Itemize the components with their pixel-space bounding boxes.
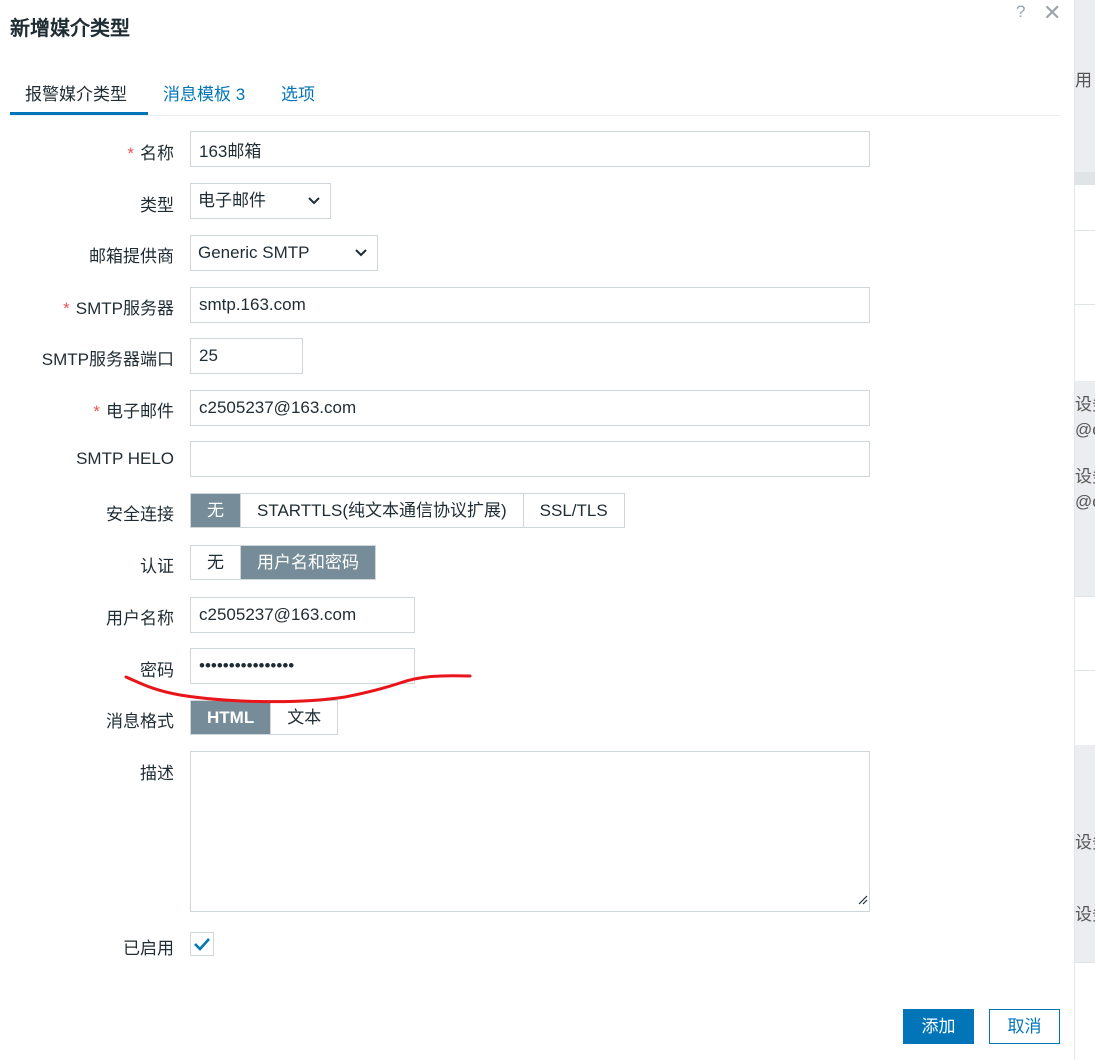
- background-text: 用: [1075, 71, 1092, 90]
- password-input[interactable]: [190, 648, 415, 684]
- type-select[interactable]: 电子邮件: [190, 183, 331, 219]
- background-row: [1075, 596, 1095, 671]
- format-option-html[interactable]: HTML: [191, 701, 272, 734]
- chevron-down-icon: [354, 236, 368, 282]
- security-option-ssl-tls[interactable]: SSL/TLS: [523, 494, 624, 527]
- provider-label: 邮箱提供商: [89, 247, 174, 266]
- auth-label: 认证: [140, 557, 174, 576]
- background-text: 设务: [1075, 833, 1095, 852]
- username-label: 用户名称: [106, 609, 174, 628]
- smtp-port-input[interactable]: [190, 338, 303, 374]
- email-label: * 电子邮件: [93, 402, 174, 421]
- background-row: [1075, 670, 1095, 745]
- background-text: 设务: [1075, 905, 1095, 924]
- background-text: @c: [1075, 492, 1095, 511]
- tab-label: 消息模板: [163, 85, 231, 104]
- security-label: 安全连接: [106, 505, 174, 524]
- enabled-checkbox[interactable]: [190, 932, 214, 956]
- background-row: [1075, 962, 1095, 1060]
- description-textarea[interactable]: [190, 751, 870, 912]
- provider-select[interactable]: Generic SMTP: [190, 235, 378, 271]
- description-label: 描述: [140, 764, 174, 783]
- username-input[interactable]: [190, 597, 415, 633]
- checkmark-icon: [194, 938, 210, 951]
- format-option-text[interactable]: 文本: [271, 701, 338, 734]
- helo-label: SMTP HELO: [76, 449, 174, 468]
- close-icon[interactable]: ✕: [1043, 0, 1061, 26]
- tab-bar: 报警媒介类型 消息模板 3 选项: [10, 70, 1060, 116]
- security-option-starttls[interactable]: STARTTLS(纯文本通信协议扩展): [241, 494, 524, 527]
- security-option-none[interactable]: 无: [191, 494, 241, 527]
- provider-select-value: Generic SMTP: [198, 243, 310, 262]
- background-text: @c: [1075, 420, 1095, 439]
- tab-options[interactable]: 选项: [281, 80, 315, 105]
- background-text: 设务: [1075, 467, 1095, 486]
- required-mark: *: [63, 299, 70, 318]
- resize-handle-icon[interactable]: [856, 890, 868, 910]
- media-type-dialog: 新增媒介类型 ? ✕ 报警媒介类型 消息模板 3 选项 *名称 类型 电子邮件 …: [0, 0, 1075, 1060]
- chevron-down-icon: [307, 184, 321, 230]
- format-toggle: HTML 文本: [190, 700, 339, 735]
- background-divider: [1075, 172, 1095, 184]
- helo-input[interactable]: [190, 441, 870, 477]
- tab-media-type[interactable]: 报警媒介类型: [25, 80, 127, 105]
- auth-option-none[interactable]: 无: [191, 546, 241, 579]
- help-icon[interactable]: ?: [1016, 2, 1025, 22]
- background-row: [1075, 304, 1095, 381]
- background-row: [1075, 230, 1095, 305]
- smtp-port-label: SMTP服务器端口: [41, 350, 174, 369]
- security-toggle: 无 STARTTLS(纯文本通信协议扩展) SSL/TLS: [190, 493, 625, 528]
- background-page: 用 设务 @c 设务 @c 设务 设务: [1075, 0, 1095, 1060]
- active-tab-indicator: [10, 112, 148, 115]
- background-row: [1075, 184, 1095, 231]
- tab-message-templates[interactable]: 消息模板 3: [163, 80, 245, 105]
- format-label: 消息格式: [106, 712, 174, 731]
- dialog-title: 新增媒介类型: [10, 18, 130, 40]
- name-label: * 名称: [127, 144, 174, 163]
- tab-count-badge: 3: [235, 85, 246, 104]
- required-mark: *: [93, 402, 100, 421]
- cancel-button[interactable]: 取消: [989, 1009, 1060, 1044]
- name-input[interactable]: [190, 131, 870, 167]
- password-label: 密码: [140, 661, 174, 680]
- required-mark: *: [127, 144, 134, 163]
- tab-label: 选项: [281, 85, 315, 104]
- smtp-server-input[interactable]: [190, 287, 870, 323]
- email-input[interactable]: [190, 390, 870, 426]
- type-select-value: 电子邮件: [198, 191, 266, 210]
- type-label: 类型: [140, 196, 174, 215]
- add-button[interactable]: 添加: [903, 1009, 974, 1044]
- enabled-label: 已启用: [123, 939, 174, 958]
- auth-option-username-password[interactable]: 用户名和密码: [241, 546, 375, 579]
- auth-toggle: 无 用户名和密码: [190, 545, 376, 580]
- smtp-server-label: * SMTP服务器: [63, 299, 174, 318]
- background-text: 设务: [1075, 395, 1095, 414]
- tab-label: 报警媒介类型: [25, 85, 127, 104]
